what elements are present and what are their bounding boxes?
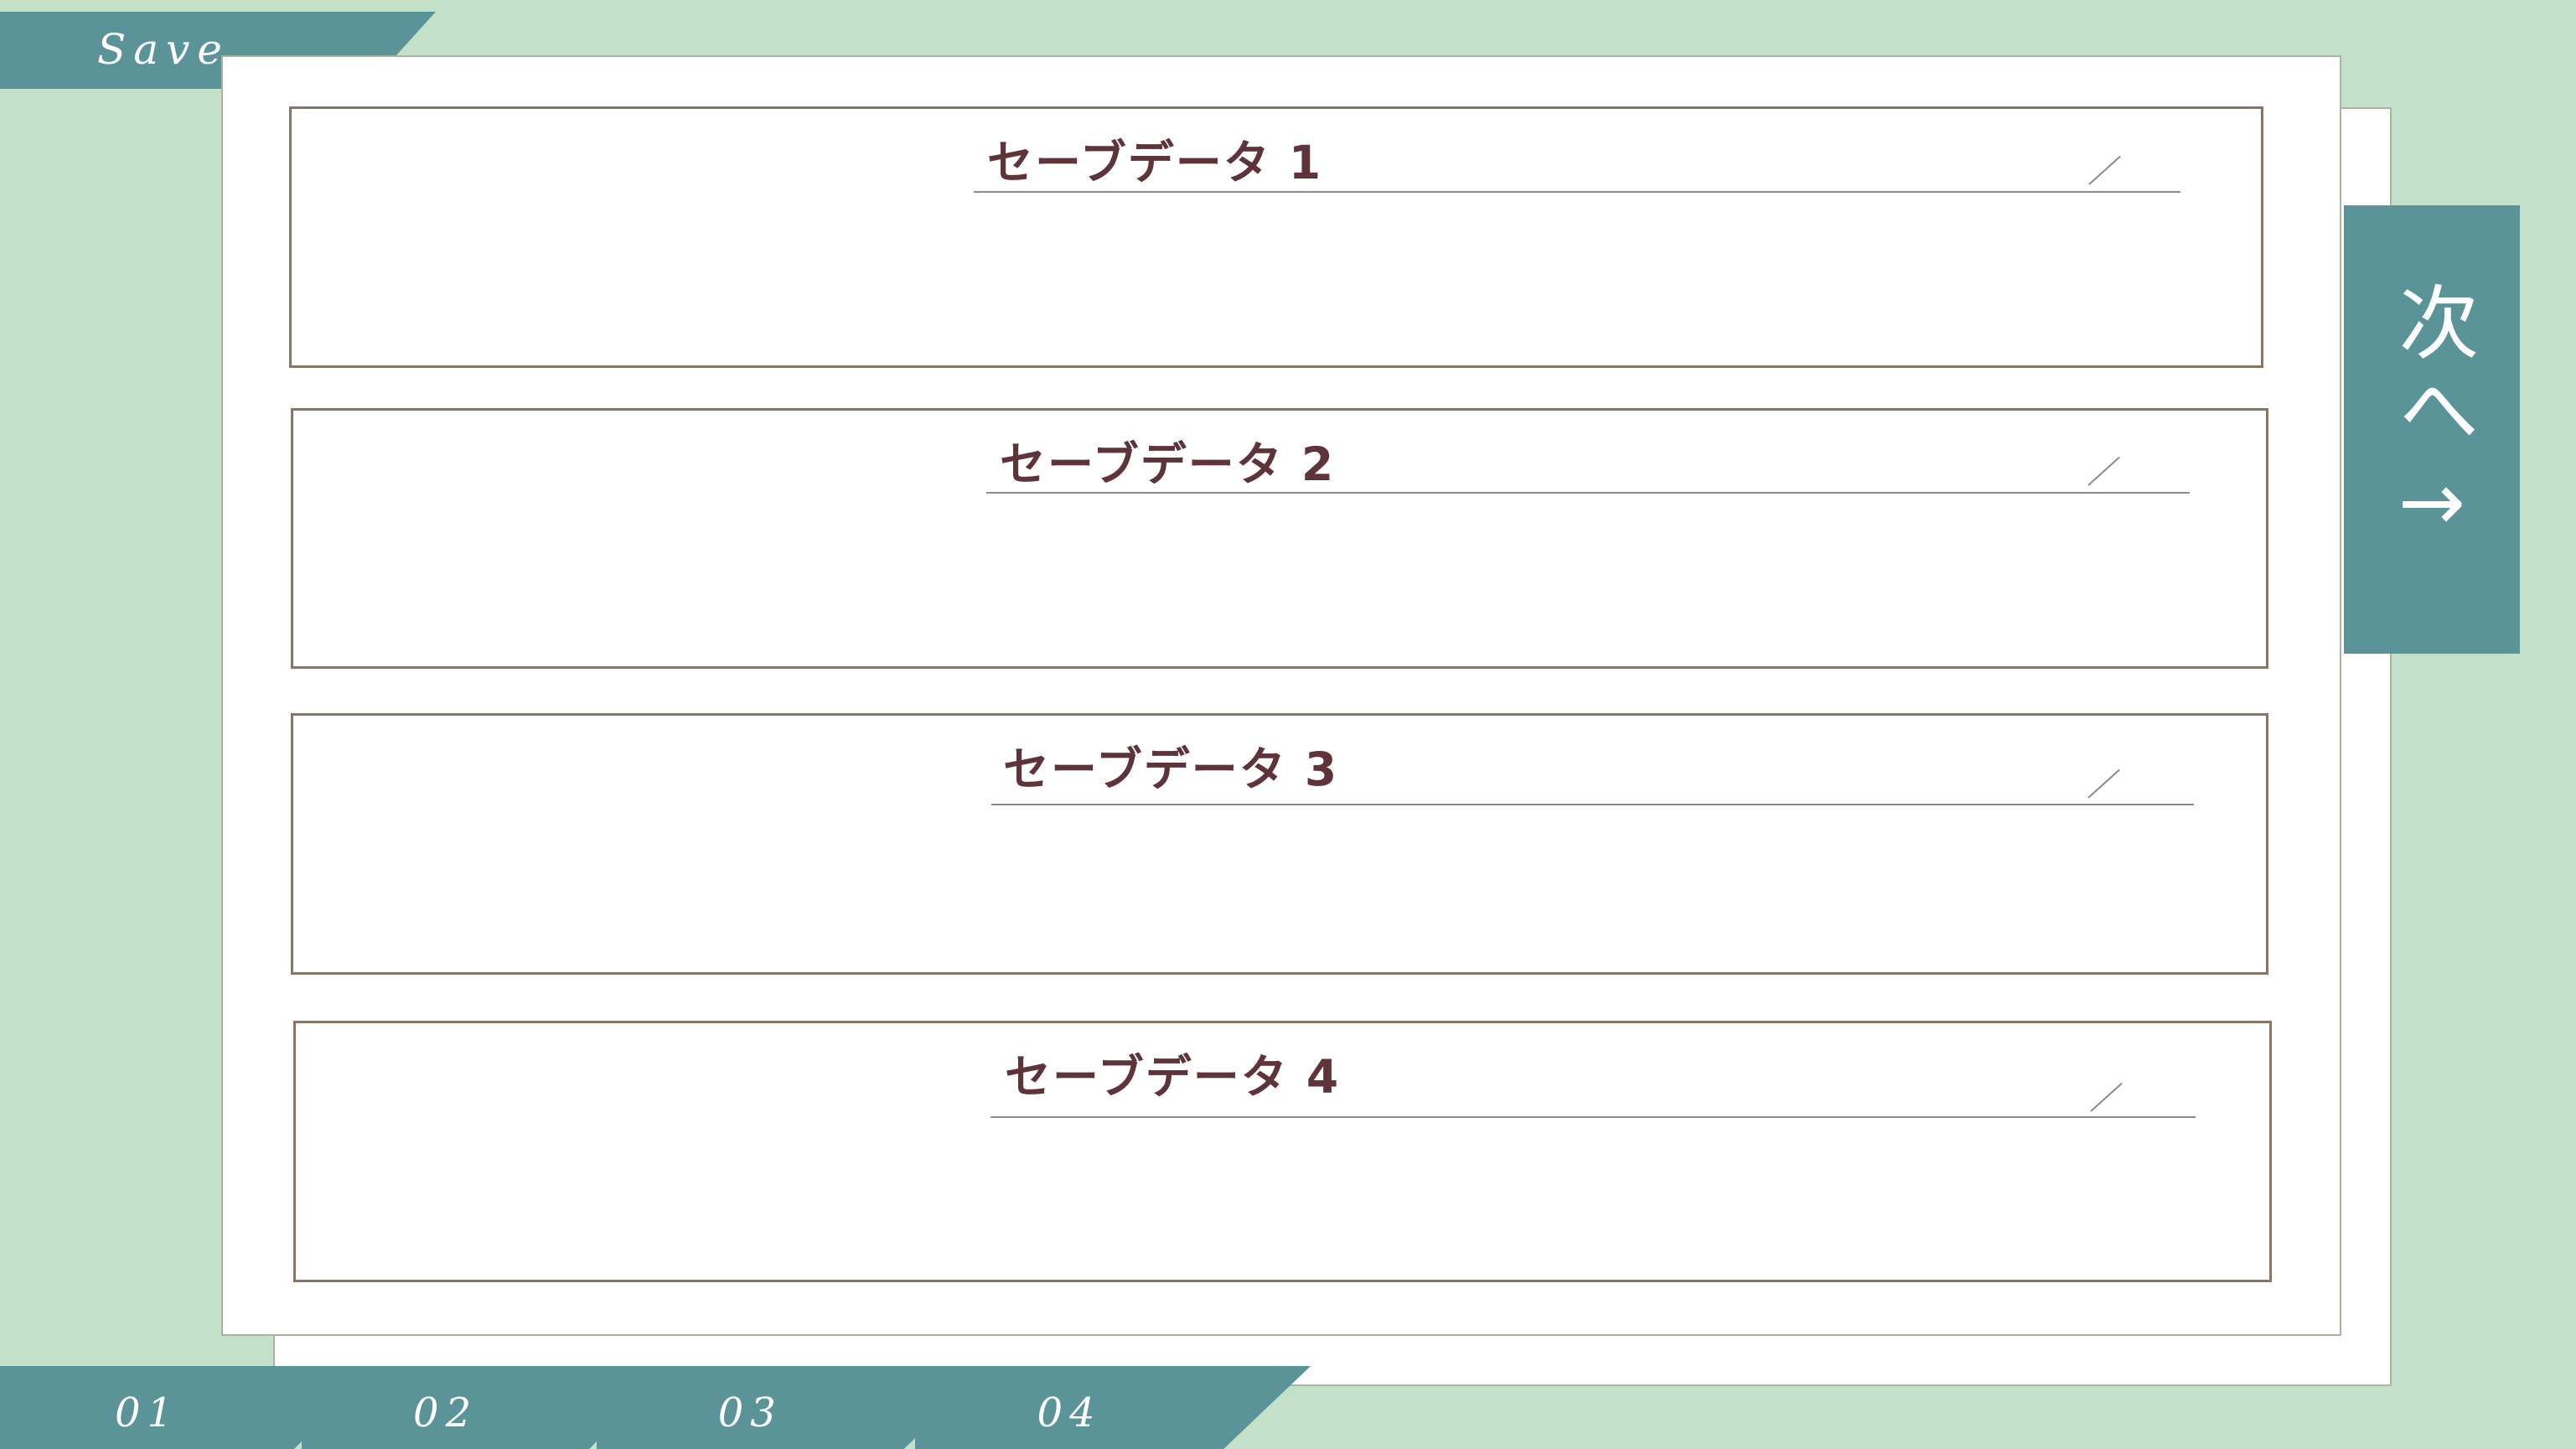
page-tab-label: 02 <box>413 1389 478 1436</box>
screen-title: Save <box>97 25 230 74</box>
save-slot-label: セーブデータ 2 <box>1000 437 1336 491</box>
save-slot-1[interactable]: セーブデータ 1 <box>289 106 2263 368</box>
next-button[interactable]: 次へ→ <box>2344 205 2520 654</box>
save-slot-4[interactable]: セーブデータ 4 <box>293 1021 2272 1282</box>
save-slot-label: セーブデータ 1 <box>987 136 1323 189</box>
page-tab-label: 01 <box>114 1389 180 1436</box>
slot-divider <box>986 492 2190 494</box>
page-tab-label: 03 <box>717 1389 783 1436</box>
slot-divider <box>991 1116 2196 1118</box>
next-button-label: 次へ→ <box>2385 281 2479 556</box>
save-slot-3[interactable]: セーブデータ 3 <box>291 713 2268 975</box>
page-tab-04[interactable]: 04 <box>915 1366 1311 1449</box>
edit-pen-icon[interactable] <box>2087 456 2120 486</box>
edit-pen-icon[interactable] <box>2088 155 2121 185</box>
save-slot-label: セーブデータ 3 <box>1003 743 1339 796</box>
page-tab-label: 04 <box>1037 1389 1102 1436</box>
slot-divider <box>991 804 2194 805</box>
save-slot-2[interactable]: セーブデータ 2 <box>291 408 2268 669</box>
edit-pen-icon[interactable] <box>2087 768 2120 799</box>
save-slot-label: セーブデータ 4 <box>1005 1050 1341 1104</box>
slot-divider <box>974 191 2180 193</box>
edit-pen-icon[interactable] <box>2090 1082 2123 1112</box>
